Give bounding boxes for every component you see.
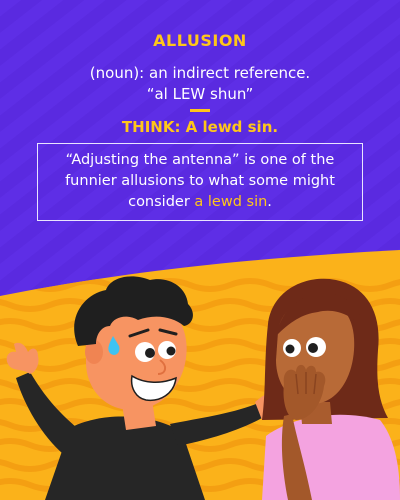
example-sentence: “Adjusting the antenna” is one of the fu… — [41, 150, 359, 213]
mnemonic-text: THINK: A lewd sin. — [121, 118, 279, 136]
divider-rule — [190, 109, 210, 112]
definition-text: (noun): an indirect reference. — [89, 64, 311, 82]
word-title: ALLUSION — [153, 31, 247, 50]
example-highlight: a lewd sin — [194, 194, 268, 210]
example-end: . — [267, 194, 272, 210]
pronunciation-text: “al LEW shun” — [146, 85, 254, 103]
